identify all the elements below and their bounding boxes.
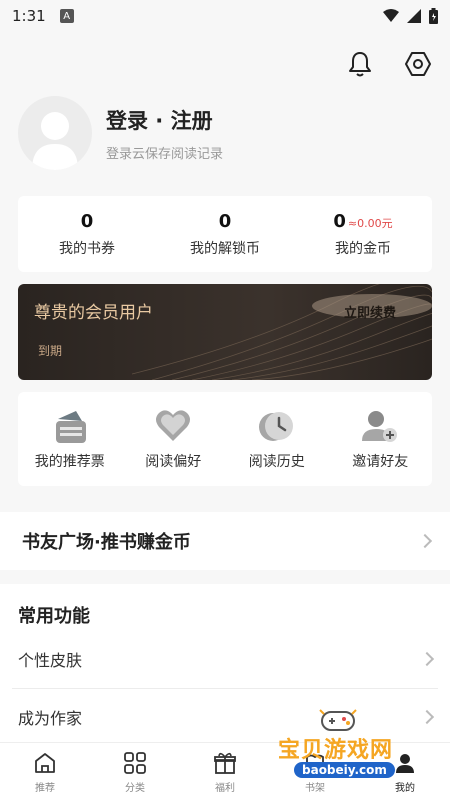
gift-icon — [212, 750, 238, 776]
book-square-row[interactable]: 书友广场·推书赚金币 — [0, 512, 450, 570]
section-title: 常用功能 — [18, 606, 90, 627]
stat-label: 我的解锁币 — [190, 240, 260, 257]
ticket-icon — [50, 407, 90, 445]
stat-gold-coins[interactable]: 0 ≈0.00元 我的金币 — [294, 196, 432, 272]
stat-label: 我的书券 — [59, 240, 115, 257]
stat-unlock-coins[interactable]: 0 我的解锁币 — [156, 196, 294, 272]
tab-recommend[interactable]: 推荐 — [0, 743, 90, 800]
gamepad-icon — [319, 709, 357, 731]
status-bar: 1:31 A — [0, 0, 450, 32]
add-friend-icon — [360, 407, 400, 445]
tab-label: 福利 — [215, 782, 235, 794]
action-label: 阅读偏好 — [145, 454, 202, 470]
action-recommend-ticket[interactable]: 我的推荐票 — [18, 392, 122, 486]
clock-icon — [257, 407, 297, 445]
quick-actions: 我的推荐票 阅读偏好 阅读历史 邀请好友 — [18, 392, 432, 486]
profile-header[interactable]: 登录 · 注册 登录云保存阅读记录 — [18, 96, 223, 170]
tab-label: 分类 — [125, 782, 145, 794]
avatar[interactable] — [18, 96, 92, 170]
vip-wave-decoration — [132, 284, 432, 380]
vip-title: 尊贵的会员用户 — [34, 303, 153, 323]
stat-label: 我的金币 — [335, 240, 391, 257]
bell-icon[interactable] — [346, 50, 374, 78]
stat-vouchers[interactable]: 0 我的书券 — [18, 196, 156, 272]
battery-icon — [429, 8, 438, 24]
watermark: 宝贝游戏网 baobeiy.com — [276, 706, 426, 782]
vip-expire: 到期 — [38, 344, 63, 358]
menu-item-label: 成为作家 — [18, 709, 83, 728]
stat-approx-value: ≈0.00元 — [347, 216, 393, 230]
status-indicators — [383, 8, 438, 24]
heart-icon — [153, 407, 193, 445]
watermark-url: baobeiy.com — [294, 762, 395, 778]
stat-value: 0 — [80, 210, 94, 232]
menu-item-theme-skin[interactable]: 个性皮肤 — [18, 634, 435, 684]
action-label: 我的推荐票 — [34, 454, 105, 470]
wallet-stats: 0 我的书券 0 我的解锁币 0 ≈0.00元 我的金币 — [18, 196, 432, 272]
stat-value: 0 — [218, 210, 232, 232]
book-square-label: 书友广场·推书赚金币 — [22, 532, 191, 553]
home-icon — [32, 750, 58, 776]
stat-value-wrap: 0 ≈0.00元 — [333, 211, 392, 232]
tab-welfare[interactable]: 福利 — [180, 743, 270, 800]
action-label: 邀请好友 — [352, 454, 409, 470]
vip-renew-button[interactable]: 立即续费 — [344, 302, 396, 321]
action-label: 阅读历史 — [248, 454, 305, 470]
login-register-link[interactable]: 登录 · 注册 — [106, 105, 223, 135]
header-actions — [346, 50, 432, 78]
divider — [12, 688, 438, 689]
stat-value: 0 — [333, 210, 346, 232]
chevron-right-icon — [417, 533, 433, 549]
action-reading-history[interactable]: 阅读历史 — [225, 392, 329, 486]
login-hint: 登录云保存阅读记录 — [106, 146, 224, 162]
watermark-text: 宝贝游戏网 — [278, 738, 394, 763]
default-avatar-icon — [32, 112, 78, 170]
tab-label: 推荐 — [35, 782, 55, 794]
signal-icon — [407, 9, 421, 23]
action-invite-friend[interactable]: 邀请好友 — [329, 392, 433, 486]
chevron-right-icon — [419, 651, 435, 667]
menu-item-label: 个性皮肤 — [18, 651, 83, 670]
settings-icon[interactable] — [404, 50, 432, 78]
tab-category[interactable]: 分类 — [90, 743, 180, 800]
grid-icon — [122, 750, 148, 776]
action-reading-preference[interactable]: 阅读偏好 — [122, 392, 226, 486]
wifi-icon — [383, 9, 399, 22]
status-time: 1:31 — [12, 7, 46, 25]
notification-badge: A — [59, 9, 74, 23]
vip-card[interactable]: 尊贵的会员用户 立即续费 到期 — [18, 284, 432, 380]
